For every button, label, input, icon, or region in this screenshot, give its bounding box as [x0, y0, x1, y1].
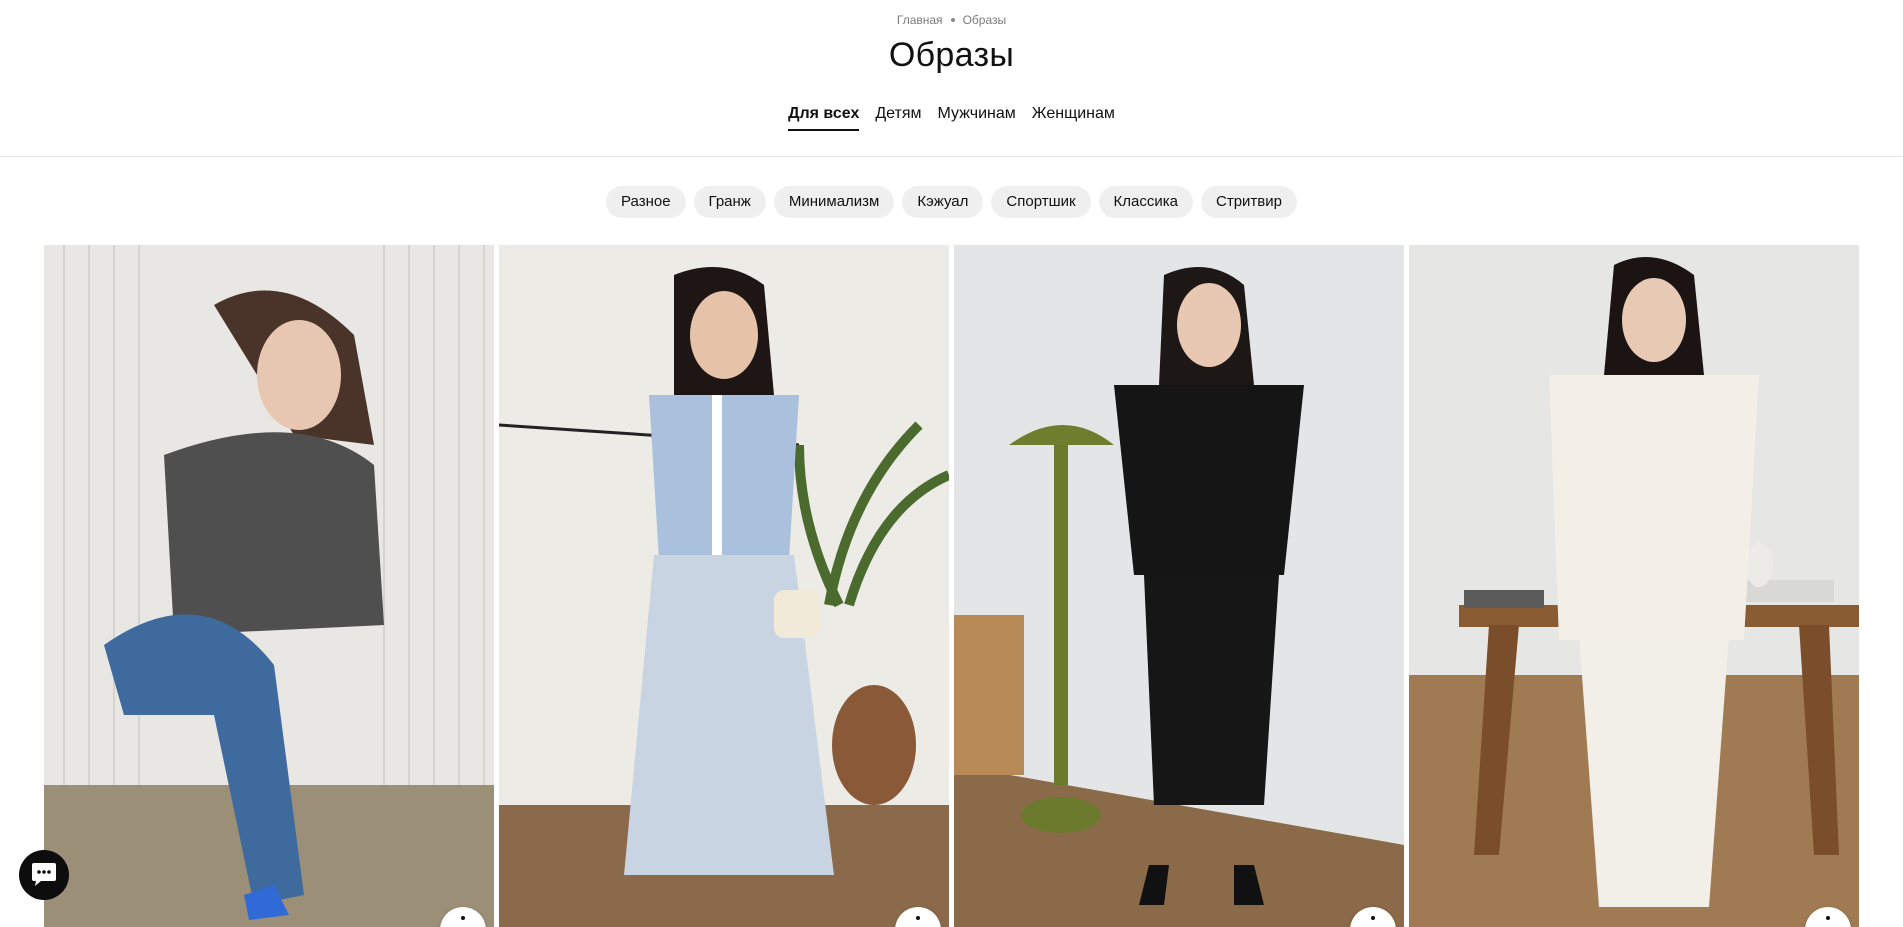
tab-men[interactable]: Мужчинам: [938, 105, 1016, 131]
look-photo[interactable]: [499, 245, 949, 927]
chat-button[interactable]: [19, 850, 69, 900]
look-photo[interactable]: [954, 245, 1404, 927]
chip-casual[interactable]: Кэжуал: [902, 186, 984, 218]
tab-kids[interactable]: Детям: [875, 105, 921, 131]
look-card[interactable]: [44, 245, 494, 927]
look-card[interactable]: [499, 245, 949, 927]
chip-streetwear[interactable]: Стритвир: [1201, 186, 1297, 218]
chip-minimalism[interactable]: Минимализм: [773, 186, 895, 218]
look-photo[interactable]: [1409, 245, 1859, 927]
chip-grunge[interactable]: Гранж: [693, 186, 766, 218]
tab-women[interactable]: Женщинам: [1032, 105, 1115, 131]
breadcrumb: Главная Образы: [0, 13, 1903, 27]
chip-sport-chic[interactable]: Спортшик: [991, 186, 1091, 218]
look-card[interactable]: [954, 245, 1404, 927]
style-filter-chips: Разное Гранж Минимализм Кэжуал Спортшик …: [0, 186, 1903, 218]
audience-tabs: Для всех Детям Мужчинам Женщинам: [0, 105, 1903, 131]
breadcrumb-separator: [950, 17, 955, 22]
looks-grid: [44, 245, 1859, 927]
look-photo[interactable]: [44, 245, 494, 927]
page-header: Главная Образы Образы Для всех Детям Мужч…: [0, 0, 1903, 157]
look-card[interactable]: [1409, 245, 1859, 927]
chip-misc[interactable]: Разное: [606, 186, 686, 218]
breadcrumb-current: Образы: [962, 13, 1007, 27]
chip-classic[interactable]: Классика: [1098, 186, 1193, 218]
chat-icon: [32, 863, 56, 886]
page-title: Образы: [888, 36, 1015, 74]
breadcrumb-home-link[interactable]: Главная: [897, 13, 943, 27]
tab-for-all[interactable]: Для всех: [788, 105, 860, 131]
